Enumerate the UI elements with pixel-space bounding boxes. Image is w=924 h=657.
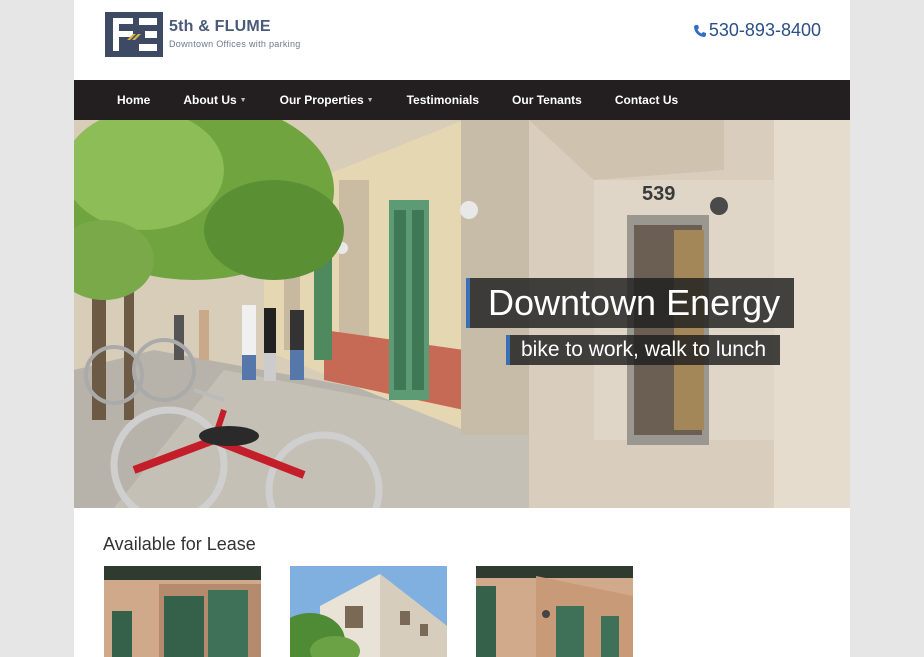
hero-subtitle: bike to work, walk to lunch — [506, 335, 781, 365]
site-header: 5th & FLUME Downtown Offices with parkin… — [74, 0, 850, 80]
logo-title: 5th & FLUME — [169, 18, 271, 35]
nav-item-label: Contact Us — [614, 93, 679, 107]
listing-photo-2-image — [290, 566, 447, 657]
site-logo[interactable]: 5th & FLUME Downtown Offices with parkin… — [105, 12, 345, 60]
logo-mark-icon — [105, 12, 163, 57]
chevron-down-icon: ▼ — [239, 96, 247, 104]
building-number: 539 — [642, 183, 675, 205]
nav-item-contact-us[interactable]: Contact Us — [615, 93, 678, 107]
listing-photo-1[interactable] — [104, 566, 261, 657]
main-nav: Home About Us ▼ Our Properties ▼ Testimo… — [74, 80, 850, 120]
listing-photo-2[interactable] — [290, 566, 447, 657]
nav-item-label: Home — [117, 93, 151, 107]
nav-item-label: Testimonials — [406, 93, 480, 107]
nav-item-about-us[interactable]: About Us ▼ — [183, 93, 246, 107]
nav-item-our-properties[interactable]: Our Properties ▼ — [280, 93, 374, 107]
listing-photo-3[interactable] — [476, 566, 633, 657]
logo-subtitle: Downtown Offices with parking — [169, 39, 301, 49]
phone-icon — [693, 24, 706, 37]
phone-link[interactable]: 530-893-8400 — [693, 20, 821, 41]
phone-number: 530-893-8400 — [708, 20, 821, 40]
lease-heading: Available for Lease — [103, 534, 256, 554]
nav-item-label: About Us — [183, 93, 237, 107]
hero-banner: 539 Downtown Energy bike to work, walk t… — [74, 120, 850, 508]
hero-title: Downtown Energy — [466, 278, 795, 328]
chevron-down-icon: ▼ — [366, 96, 374, 104]
listing-photo-3-image — [476, 566, 633, 657]
page: 5th & FLUME Downtown Offices with parkin… — [74, 0, 850, 657]
nav-item-label: Our Tenants — [512, 93, 582, 107]
nav-item-home[interactable]: Home — [117, 93, 150, 107]
nav-item-label: Our Properties — [279, 93, 364, 107]
listing-photo-1-image — [104, 566, 261, 657]
nav-item-testimonials[interactable]: Testimonials — [407, 93, 479, 107]
nav-item-our-tenants[interactable]: Our Tenants — [512, 93, 582, 107]
